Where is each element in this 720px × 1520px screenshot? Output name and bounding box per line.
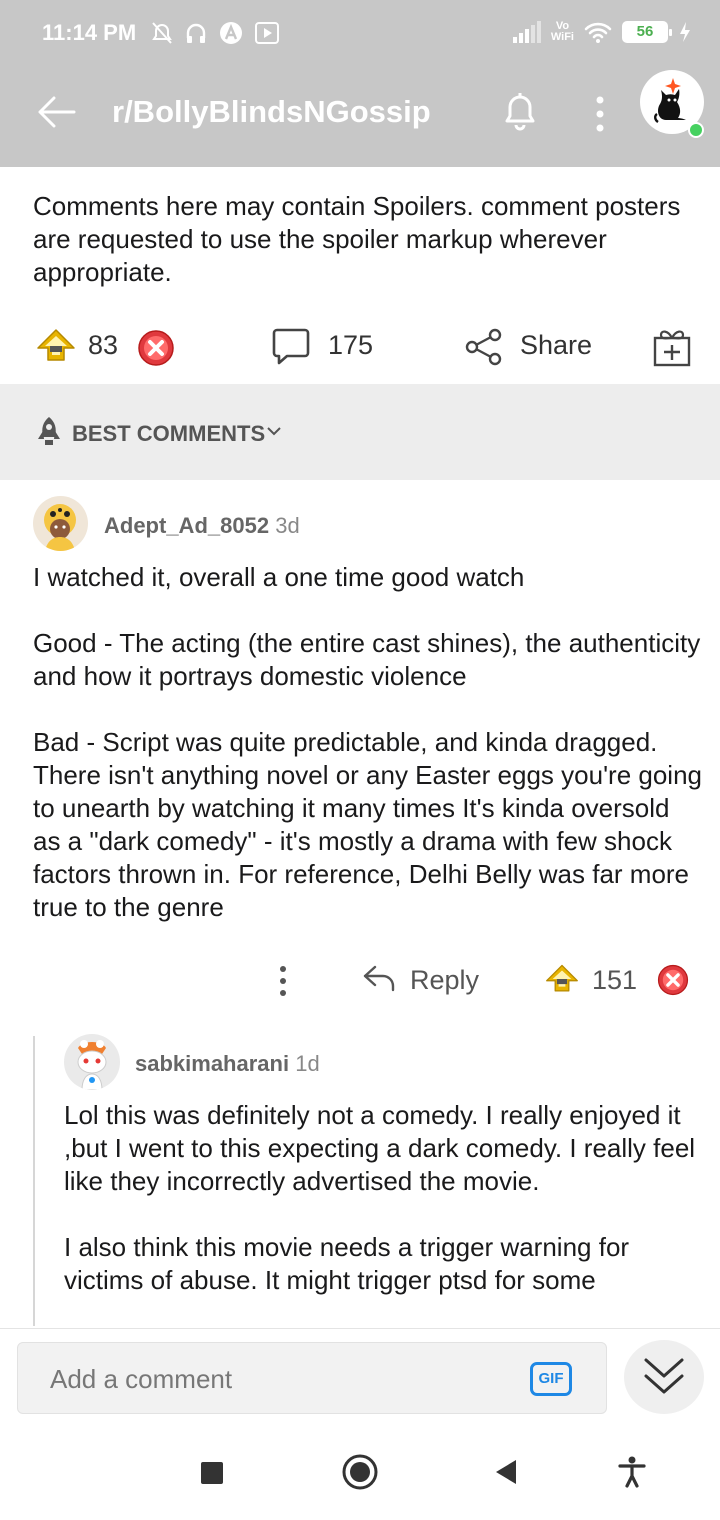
rocket-icon bbox=[38, 417, 60, 445]
nav-home-icon[interactable] bbox=[340, 1452, 380, 1492]
sort-label[interactable]: BEST COMMENTS bbox=[72, 421, 265, 447]
media-notification-icon bbox=[255, 22, 279, 44]
system-nav-bar bbox=[0, 1424, 720, 1520]
post-score: 83 bbox=[88, 330, 119, 360]
sort-bar[interactable]: BEST COMMENTS bbox=[0, 384, 720, 480]
bell-icon[interactable] bbox=[497, 88, 543, 134]
collapse-comments-button[interactable] bbox=[624, 1340, 704, 1414]
comment-avatar[interactable] bbox=[33, 496, 88, 551]
subreddit-title[interactable]: r/BollyBlindsNGossip bbox=[112, 94, 431, 130]
snoo-avatar-icon bbox=[77, 1040, 107, 1090]
status-bar: 11:14 PM Vo WiFi 56 bbox=[0, 0, 720, 70]
vowifi-bottom: WiFi bbox=[550, 31, 574, 43]
comment-username[interactable]: Adept_Ad_8052 bbox=[104, 513, 269, 538]
thread-line[interactable] bbox=[33, 1036, 35, 1326]
comment-paragraph: Good - The acting (the entire cast shine… bbox=[33, 628, 701, 691]
battery-indicator: 56 bbox=[622, 21, 672, 43]
reply-button[interactable]: Reply bbox=[410, 965, 479, 996]
post-actions: 83 175 Share bbox=[0, 318, 720, 374]
signal-icon bbox=[512, 21, 541, 43]
online-status-dot bbox=[688, 122, 704, 138]
comment-actions: Reply 151 bbox=[0, 955, 720, 1005]
add-comment-placeholder: Add a comment bbox=[50, 1364, 233, 1394]
gif-button[interactable]: GIF bbox=[530, 1362, 572, 1396]
charging-icon bbox=[680, 22, 690, 42]
back-arrow-icon[interactable] bbox=[34, 90, 78, 134]
comment-author[interactable]: Adept_Ad_8052 3d bbox=[104, 513, 300, 539]
comment-paragraph: Bad - Script was quite predictable, and … bbox=[33, 727, 702, 922]
chevron-down-icon[interactable] bbox=[265, 422, 283, 440]
status-right-icons: Vo WiFi 56 bbox=[512, 20, 692, 44]
reply-age: 1d bbox=[295, 1051, 320, 1076]
app-notification-icon bbox=[220, 22, 242, 44]
reply-avatar[interactable] bbox=[64, 1034, 120, 1090]
downvote-icon[interactable] bbox=[136, 328, 176, 368]
vowifi-indicator: Vo WiFi bbox=[551, 21, 574, 43]
comment-score: 151 bbox=[592, 965, 638, 995]
reply-author[interactable]: sabkimaharani 1d bbox=[135, 1051, 320, 1077]
comment-age: 3d bbox=[275, 513, 300, 538]
reply-username[interactable]: sabkimaharani bbox=[135, 1051, 289, 1076]
share-button[interactable]: Share bbox=[520, 330, 592, 361]
status-time: 11:14 PM bbox=[42, 20, 137, 45]
nav-back-icon[interactable] bbox=[490, 1454, 526, 1490]
wifi-icon bbox=[584, 22, 612, 43]
accessibility-icon[interactable] bbox=[614, 1454, 650, 1490]
app-bar: r/BollyBlindsNGossip bbox=[0, 70, 720, 167]
upvote-icon[interactable] bbox=[545, 963, 579, 995]
reply-paragraph: I also think this movie needs a trigger … bbox=[64, 1232, 630, 1295]
reply-icon[interactable] bbox=[362, 963, 396, 993]
comment-count[interactable]: 175 bbox=[328, 330, 373, 361]
upvote-icon[interactable] bbox=[36, 328, 76, 364]
add-comment-input[interactable]: Add a comment GIF bbox=[17, 1342, 607, 1414]
top-bar: 11:14 PM Vo WiFi 56 r/BollyBlindsNGossip bbox=[0, 0, 720, 167]
comment-overflow-icon[interactable] bbox=[272, 963, 294, 999]
comment-paragraph: I watched it, overall a one time good wa… bbox=[33, 562, 525, 592]
downvote-icon[interactable] bbox=[656, 963, 690, 997]
headset-icon bbox=[186, 23, 206, 43]
reply-body: Lol this was definitely not a comedy. I … bbox=[64, 1099, 704, 1327]
mute-icon bbox=[152, 22, 172, 44]
nav-square-icon[interactable] bbox=[195, 1454, 231, 1490]
snoo-avatar-icon bbox=[44, 504, 76, 551]
status-notification-icons bbox=[150, 20, 280, 46]
comment-composer: Add a comment GIF bbox=[0, 1328, 720, 1424]
collapse-chevron-icon bbox=[644, 1358, 684, 1394]
overflow-menu-icon[interactable] bbox=[588, 92, 612, 136]
share-icon[interactable] bbox=[465, 328, 503, 366]
comment-icon[interactable] bbox=[271, 326, 311, 366]
post-body: Comments here may contain Spoilers. comm… bbox=[33, 191, 681, 287]
gift-icon[interactable] bbox=[652, 326, 692, 368]
reply-paragraph: Lol this was definitely not a comedy. I … bbox=[64, 1100, 696, 1196]
comment-body: I watched it, overall a one time good wa… bbox=[33, 561, 703, 957]
